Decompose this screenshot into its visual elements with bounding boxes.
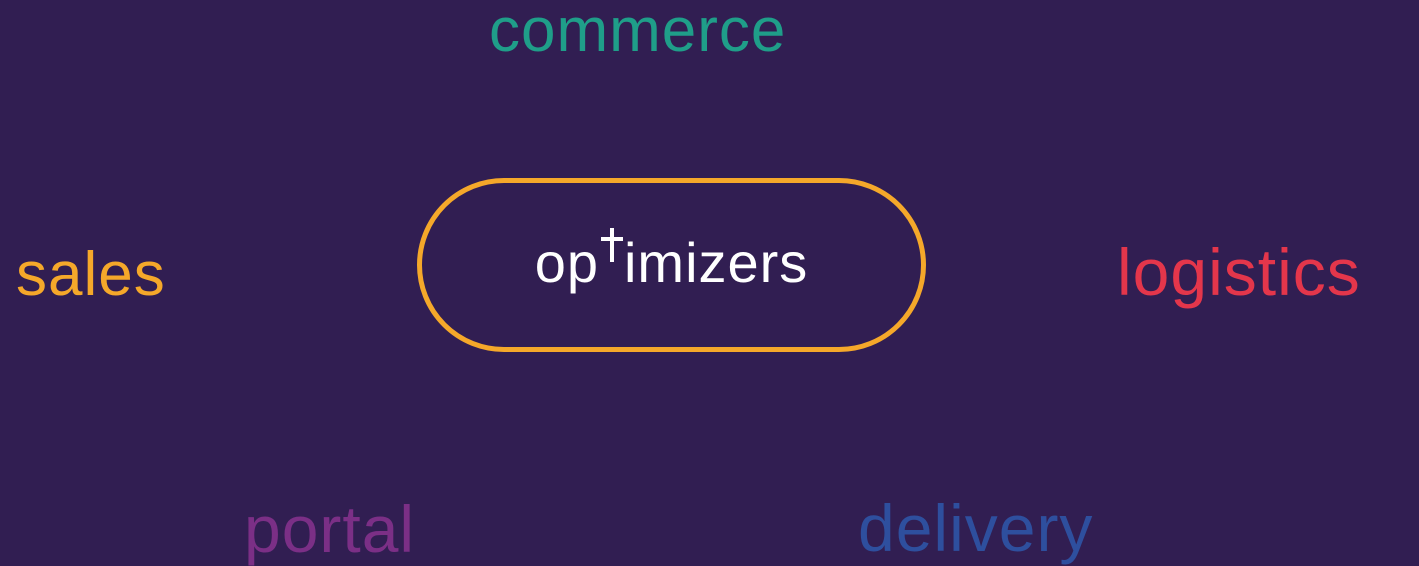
- logo-wordmark: op imizers: [534, 227, 809, 295]
- word-sales: sales: [16, 240, 166, 309]
- logo-part-imizers: imizers: [623, 230, 809, 294]
- word-logistics: logistics: [1117, 235, 1361, 309]
- word-portal: portal: [244, 492, 416, 566]
- word-cloud-canvas: commerce sales logistics op imizers port…: [0, 0, 1419, 566]
- logo-pill: op imizers: [417, 178, 926, 352]
- word-commerce: commerce: [489, 0, 787, 65]
- plus-cross-icon: [600, 227, 623, 262]
- word-delivery: delivery: [858, 491, 1094, 565]
- logo-part-op: op: [534, 230, 599, 294]
